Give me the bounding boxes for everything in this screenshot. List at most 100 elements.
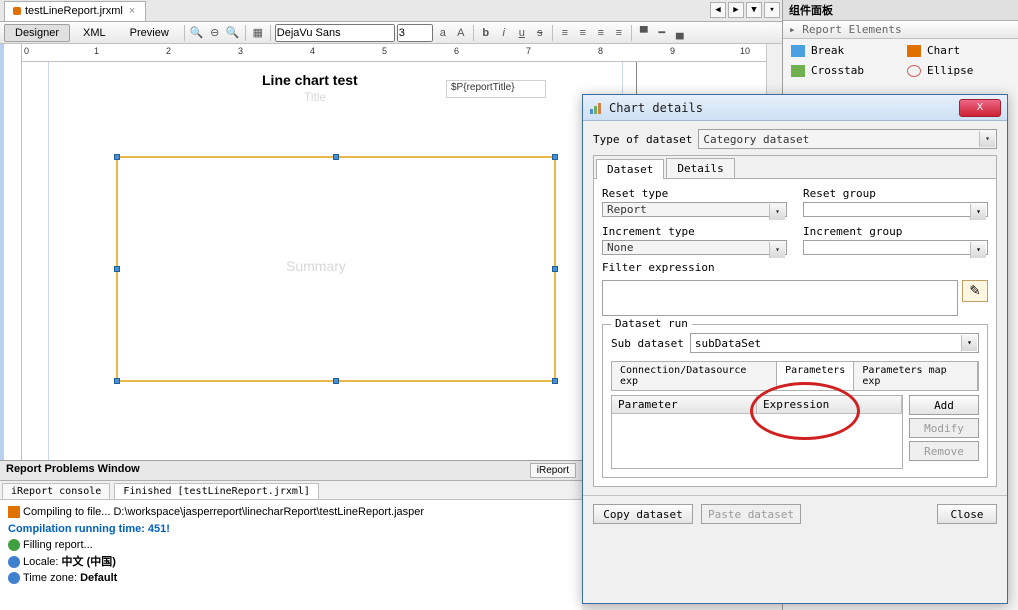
ruler-tick: 9 — [670, 46, 675, 56]
font-smaller-icon[interactable]: a — [435, 25, 451, 41]
dataset-run-legend: Dataset run — [611, 317, 692, 330]
chevron-down-icon: ▾ — [961, 335, 977, 351]
resize-handle[interactable] — [114, 378, 120, 384]
valign-top-icon[interactable]: ▀ — [636, 25, 652, 41]
summary-band-label: Summary — [286, 258, 346, 274]
info-icon — [8, 556, 20, 568]
log-line: Time zone: Default — [8, 570, 574, 587]
guide-line — [48, 62, 49, 460]
ruler-tick: 3 — [238, 46, 243, 56]
problems-title: Report Problems Window — [6, 463, 140, 478]
log-value: 中文 (中国) — [62, 556, 116, 568]
tab-dataset[interactable]: Dataset — [596, 159, 664, 179]
ruler-tick: 6 — [454, 46, 459, 56]
nav-prev-button[interactable]: ◀ — [710, 2, 726, 18]
dialog-title-bar[interactable]: Chart details X — [583, 95, 1007, 121]
chart-icon — [589, 101, 603, 115]
resize-handle[interactable] — [114, 266, 120, 272]
font-larger-icon[interactable]: A — [453, 25, 469, 41]
console-tab[interactable]: iReport console — [2, 483, 110, 499]
align-center-icon[interactable]: ≡ — [575, 25, 591, 41]
increment-group-label: Increment group — [803, 225, 988, 238]
expression-editor-button[interactable]: ✎ — [962, 280, 988, 302]
preview-view-button[interactable]: Preview — [119, 24, 180, 42]
reset-type-combo[interactable]: Report▾ — [602, 202, 787, 217]
valign-bottom-icon[interactable]: ▄ — [672, 25, 688, 41]
palette-item-break[interactable]: Break — [785, 41, 900, 60]
ireport-output-tab[interactable]: iReport — [530, 463, 576, 478]
log-output: Compiling to file... D:\workspace\jasper… — [0, 500, 582, 591]
sub-dataset-combo[interactable]: subDataSet ▾ — [690, 333, 979, 353]
filter-expression-input[interactable] — [602, 280, 958, 316]
increment-type-label: Increment type — [602, 225, 787, 238]
designer-view-button[interactable]: Designer — [4, 24, 70, 42]
resize-handle[interactable] — [114, 154, 120, 160]
dialog-body: Type of dataset Category dataset▾ Datase… — [583, 121, 1007, 495]
valign-middle-icon[interactable]: ━ — [654, 25, 670, 41]
ruler-tick: 8 — [598, 46, 603, 56]
resize-handle[interactable] — [333, 154, 339, 160]
palette-item-crosstab[interactable]: Crosstab — [785, 61, 900, 80]
tab-connection-exp[interactable]: Connection/Datasource exp — [612, 362, 777, 390]
ruler-tick: 4 — [310, 46, 315, 56]
parameter-field[interactable]: $P{reportTitle} — [446, 80, 546, 98]
palette-item-label: Ellipse — [927, 64, 973, 77]
increment-type-combo[interactable]: None▾ — [602, 240, 787, 255]
xml-view-button[interactable]: XML — [72, 24, 117, 42]
zoom-out-icon[interactable]: 🔍 — [189, 25, 205, 41]
bands-icon[interactable]: ▦ — [250, 25, 266, 41]
tab-parameters[interactable]: Parameters — [777, 362, 854, 390]
dialog-close-button[interactable]: X — [959, 99, 1001, 117]
nav-next-button[interactable]: ▶ — [728, 2, 744, 18]
file-tab[interactable]: testLineReport.jrxml × — [4, 1, 146, 21]
zoom-in-icon[interactable]: 🔍 — [225, 25, 241, 41]
chart-icon — [907, 45, 921, 57]
close-button[interactable]: Close — [937, 504, 997, 524]
finished-tab[interactable]: Finished [testLineReport.jrxml] — [114, 483, 319, 499]
palette-item-ellipse[interactable]: Ellipse — [901, 61, 1016, 80]
reset-group-combo[interactable]: ▾ — [803, 202, 988, 217]
tab-parameters-map[interactable]: Parameters map exp — [854, 362, 978, 390]
resize-handle[interactable] — [333, 378, 339, 384]
font-size-select[interactable] — [397, 24, 433, 42]
warn-icon — [8, 506, 20, 518]
nav-menu-button[interactable]: ▾ — [764, 2, 780, 18]
resize-handle[interactable] — [552, 266, 558, 272]
remove-button[interactable]: Remove — [909, 441, 979, 461]
underline-icon[interactable]: u — [514, 25, 530, 41]
type-of-dataset-combo[interactable]: Category dataset▾ — [698, 129, 997, 149]
tab-body: Reset type Report▾ Reset group ▾ Increme… — [594, 178, 996, 486]
chevron-down-icon: ▾ — [970, 242, 986, 258]
font-family-select[interactable] — [275, 24, 395, 42]
palette-item-chart[interactable]: Chart — [901, 41, 1016, 60]
combo-value: subDataSet — [695, 337, 761, 350]
align-justify-icon[interactable]: ≡ — [611, 25, 627, 41]
combo-value: Report — [607, 203, 647, 216]
bold-icon[interactable]: b — [478, 25, 494, 41]
chart-title-text[interactable]: Line chart test — [262, 72, 358, 88]
increment-group-combo[interactable]: ▾ — [803, 240, 988, 255]
strike-icon[interactable]: s — [532, 25, 548, 41]
modify-button[interactable]: Modify — [909, 418, 979, 438]
ruler-tick: 5 — [382, 46, 387, 56]
separator — [473, 25, 474, 41]
resize-handle[interactable] — [552, 154, 558, 160]
copy-dataset-button[interactable]: Copy dataset — [593, 504, 693, 524]
align-right-icon[interactable]: ≡ — [593, 25, 609, 41]
chart-details-dialog: Chart details X Type of dataset Category… — [582, 94, 1008, 604]
resize-handle[interactable] — [552, 378, 558, 384]
tab-details[interactable]: Details — [666, 158, 734, 178]
italic-icon[interactable]: i — [496, 25, 512, 41]
palette-section-header[interactable]: ▸ Report Elements — [783, 21, 1018, 39]
column-parameter: Parameter — [612, 396, 757, 413]
add-button[interactable]: Add — [909, 395, 979, 415]
close-tab-icon[interactable]: × — [127, 5, 137, 17]
file-icon — [13, 7, 21, 15]
align-left-icon[interactable]: ≡ — [557, 25, 573, 41]
ruler-tick: 10 — [740, 46, 750, 56]
problems-panel: Report Problems Window iReport iReport c… — [0, 460, 582, 610]
nav-dropdown-button[interactable]: ▼ — [746, 2, 762, 18]
paste-dataset-button[interactable]: Paste dataset — [701, 504, 801, 524]
zoom-reset-icon[interactable]: ⊖ — [207, 25, 223, 41]
parameters-table[interactable]: Parameter Expression — [611, 395, 903, 469]
